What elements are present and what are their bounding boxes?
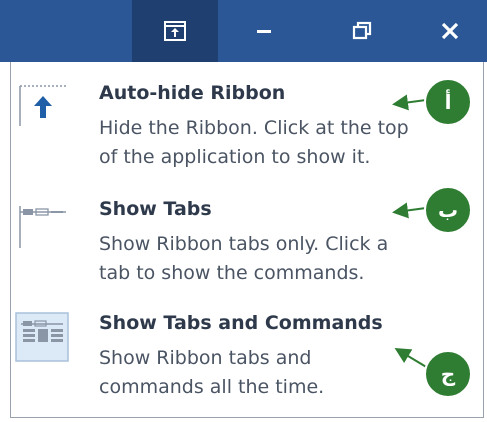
callout-marker-a: أ	[424, 78, 472, 126]
show-tabs-icon	[19, 206, 66, 248]
ribbon-display-options-button[interactable]	[132, 0, 218, 62]
option-description-line-2: tab to show the commands.	[99, 262, 365, 284]
option-title: Show Tabs	[99, 198, 212, 220]
minimize-icon	[257, 30, 271, 33]
menu-item-show-tabs-and-commands[interactable]: Show Tabs and Commands Show Ribbon tabs …	[11, 306, 485, 414]
callout-marker-b: ب	[424, 186, 472, 234]
ribbon-display-options-menu: Auto-hide Ribbon Hide the Ribbon. Click …	[10, 62, 484, 418]
option-description-line-2: of the application to show it.	[99, 146, 371, 168]
menu-item-show-tabs[interactable]: Show Tabs Show Ribbon tabs only. Click a…	[11, 192, 485, 300]
restore-icon	[352, 21, 372, 40]
option-description-line-2: commands all the time.	[99, 376, 325, 398]
close-button[interactable]	[412, 0, 487, 62]
option-description-line-1: Show Ribbon tabs and	[99, 347, 312, 369]
callout-marker-c: ج	[424, 350, 472, 398]
auto-hide-ribbon-icon	[19, 85, 66, 126]
option-description-line-1: Show Ribbon tabs only. Click a	[99, 233, 389, 255]
restore-button[interactable]	[318, 0, 406, 62]
title-bar	[0, 0, 487, 62]
option-title: Auto-hide Ribbon	[99, 82, 286, 104]
show-tabs-and-commands-icon	[15, 312, 69, 362]
ribbon-display-options-icon	[164, 21, 186, 41]
minimize-button[interactable]	[222, 0, 306, 62]
close-icon	[441, 22, 458, 40]
option-description-line-1: Hide the Ribbon. Click at the top	[99, 117, 409, 139]
option-title: Show Tabs and Commands	[99, 312, 383, 334]
menu-item-auto-hide-ribbon[interactable]: Auto-hide Ribbon Hide the Ribbon. Click …	[11, 76, 485, 186]
